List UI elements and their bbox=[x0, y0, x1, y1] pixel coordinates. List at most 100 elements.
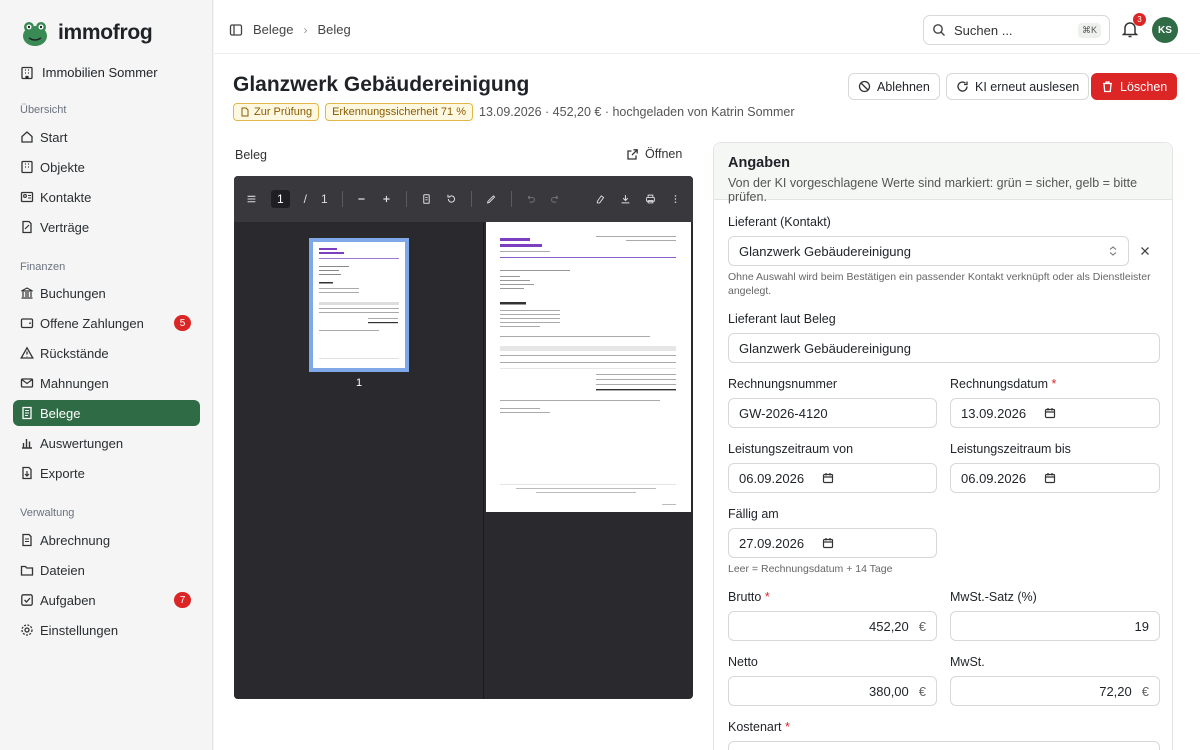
gross-amount-field[interactable]: 452,20 € bbox=[728, 611, 937, 641]
sidebar-item-label: Belege bbox=[40, 405, 81, 421]
fit-page-icon[interactable] bbox=[421, 192, 432, 206]
sidebar-item-dunning[interactable]: Mahnungen bbox=[13, 370, 200, 396]
page-number-input[interactable]: 1 bbox=[270, 190, 290, 208]
avatar[interactable]: KS bbox=[1152, 17, 1178, 43]
supplier-doc-value: Glanzwerk Gebäudereinigung bbox=[739, 340, 911, 356]
supplier-label: Lieferant (Kontakt) bbox=[728, 215, 831, 229]
pdf-toolbar: 1 / 1 bbox=[234, 176, 693, 222]
highlight-icon[interactable] bbox=[595, 192, 606, 206]
rotate-icon[interactable] bbox=[446, 192, 457, 206]
sidebar-item-start[interactable]: Start bbox=[13, 124, 200, 150]
home-icon bbox=[21, 131, 33, 143]
sidebar-item-bookings[interactable]: Buchungen bbox=[13, 280, 200, 306]
redo-icon[interactable] bbox=[550, 192, 561, 206]
sidebar-item-contracts[interactable]: Verträge bbox=[13, 214, 200, 240]
required-marker: * bbox=[781, 720, 790, 734]
receipt-meta: Zur Prüfung Erkennungssicherheit 71 % 13… bbox=[233, 103, 795, 121]
invoice-number-field[interactable]: GW-2026-4120 bbox=[728, 398, 937, 428]
open-payments-count-badge: 5 bbox=[174, 315, 191, 331]
thumbnail-page-number: 1 bbox=[355, 377, 363, 389]
calendar-icon[interactable] bbox=[1044, 472, 1056, 484]
org-switcher[interactable]: Immobilien Sommer bbox=[20, 65, 158, 80]
delete-button[interactable]: Löschen bbox=[1091, 73, 1178, 100]
menu-icon[interactable] bbox=[246, 192, 257, 206]
supplier-hint: Ohne Auswahl wird beim Bestätigen ein pa… bbox=[728, 271, 1151, 297]
brand[interactable]: immofrog bbox=[20, 18, 153, 48]
period-to-value: 06.09.2026 bbox=[961, 470, 1027, 486]
vat-amount-field[interactable]: 72,20 € bbox=[950, 676, 1160, 706]
sidebar-item-arrears[interactable]: Rückstände bbox=[13, 340, 200, 366]
supplier-select[interactable]: Glanzwerk Gebäudereinigung bbox=[728, 236, 1129, 266]
supplier-doc-field[interactable]: Glanzwerk Gebäudereinigung bbox=[728, 333, 1160, 363]
search-placeholder: Suchen ... bbox=[954, 22, 1013, 38]
checkbox-icon bbox=[21, 594, 33, 606]
page-thumbnail[interactable] bbox=[309, 238, 409, 372]
page-title: Glanzwerk Gebäudereinigung bbox=[233, 73, 530, 96]
invoice-date-label: Rechnungsdatum * bbox=[950, 377, 1056, 391]
period-from-field[interactable]: 06.09.2026 bbox=[728, 463, 937, 493]
clear-supplier-icon[interactable] bbox=[1140, 246, 1150, 256]
due-date-field[interactable]: 27.09.2026 bbox=[728, 528, 937, 558]
sidebar-item-label: Mahnungen bbox=[40, 375, 109, 391]
download-icon[interactable] bbox=[620, 192, 631, 206]
reread-ai-button[interactable]: KI erneut auslesen bbox=[946, 73, 1090, 100]
net-amount-field[interactable]: 380,00 € bbox=[728, 676, 937, 706]
details-title: Angaben bbox=[728, 155, 791, 171]
period-to-field[interactable]: 06.09.2026 bbox=[950, 463, 1160, 493]
zoom-in-icon[interactable] bbox=[381, 192, 392, 206]
bar-chart-icon bbox=[22, 439, 32, 449]
sidebar-item-tasks[interactable]: Aufgaben 7 bbox=[13, 587, 200, 613]
toolbar-divider bbox=[406, 191, 408, 207]
calendar-icon[interactable] bbox=[1044, 407, 1056, 419]
calendar-icon[interactable] bbox=[822, 537, 834, 549]
search-input[interactable]: Suchen ... ⌘K bbox=[923, 15, 1110, 45]
draw-icon[interactable] bbox=[486, 192, 497, 206]
refresh-icon bbox=[957, 81, 968, 92]
sidebar-item-contacts[interactable]: Kontakte bbox=[13, 184, 200, 210]
sidebar-item-objects[interactable]: Objekte bbox=[13, 154, 200, 180]
more-vertical-icon[interactable] bbox=[670, 192, 681, 206]
mail-icon bbox=[20, 378, 34, 388]
reread-ai-button-label: KI erneut auslesen bbox=[975, 79, 1080, 94]
sidebar-item-settings[interactable]: Einstellungen bbox=[13, 617, 200, 643]
due-date-value: 27.09.2026 bbox=[739, 535, 805, 551]
invoice-date-value: 13.09.2026 bbox=[961, 405, 1027, 421]
calendar-icon[interactable] bbox=[822, 472, 834, 484]
receipt-icon bbox=[22, 406, 32, 420]
export-icon bbox=[22, 466, 32, 480]
pdf-viewer[interactable]: 1 / 1 1 bbox=[234, 176, 693, 699]
zoom-out-icon[interactable] bbox=[356, 192, 367, 206]
invoice-number-label: Rechnungsnummer bbox=[728, 377, 838, 391]
print-icon[interactable] bbox=[645, 192, 656, 206]
supplier-select-value: Glanzwerk Gebäudereinigung bbox=[739, 243, 911, 259]
sidebar-item-label: Rückstände bbox=[40, 345, 109, 361]
sidebar-item-label: Kontakte bbox=[40, 189, 92, 205]
reject-button[interactable]: Ablehnen bbox=[848, 73, 940, 100]
sidebar-item-billing[interactable]: Abrechnung bbox=[13, 527, 200, 553]
sidebar-item-receipts[interactable]: Belege bbox=[13, 400, 200, 426]
sidebar-item-exports[interactable]: Exporte bbox=[13, 460, 200, 486]
search-icon bbox=[933, 24, 945, 36]
vat-rate-field[interactable]: 19 bbox=[950, 611, 1160, 641]
pen-document-icon bbox=[22, 220, 32, 234]
org-name: Immobilien Sommer bbox=[42, 65, 158, 80]
details-card-header: Angaben Von der KI vorgeschlagene Werte … bbox=[714, 143, 1172, 204]
invoice-date-label-text: Rechnungsdatum bbox=[950, 377, 1048, 391]
currency-suffix: € bbox=[1141, 683, 1149, 699]
undo-icon[interactable] bbox=[525, 192, 536, 206]
sidebar-item-open-payments[interactable]: Offene Zahlungen 5 bbox=[13, 310, 200, 336]
sidebar-item-reports[interactable]: Auswertungen bbox=[13, 430, 200, 456]
open-document-link[interactable]: Öffnen bbox=[626, 147, 682, 161]
cost-type-select[interactable] bbox=[728, 741, 1160, 750]
sidebar-item-files[interactable]: Dateien bbox=[13, 557, 200, 583]
contact-card-icon bbox=[20, 191, 34, 203]
status-badge-label: Zur Prüfung bbox=[254, 106, 313, 118]
period-from-label: Leistungszeitraum von bbox=[728, 442, 854, 456]
invoice-date-field[interactable]: 13.09.2026 bbox=[950, 398, 1160, 428]
sidebar-item-label: Exporte bbox=[40, 465, 85, 481]
breadcrumb-item-receipts[interactable]: Belege bbox=[253, 22, 293, 37]
sidebar-item-label: Buchungen bbox=[40, 285, 106, 301]
topbar: Belege › Beleg Suchen ... ⌘K 3 KS bbox=[214, 0, 1200, 54]
cost-type-label-text: Kostenart bbox=[728, 720, 782, 734]
sidebar-toggle-icon[interactable] bbox=[229, 23, 243, 37]
